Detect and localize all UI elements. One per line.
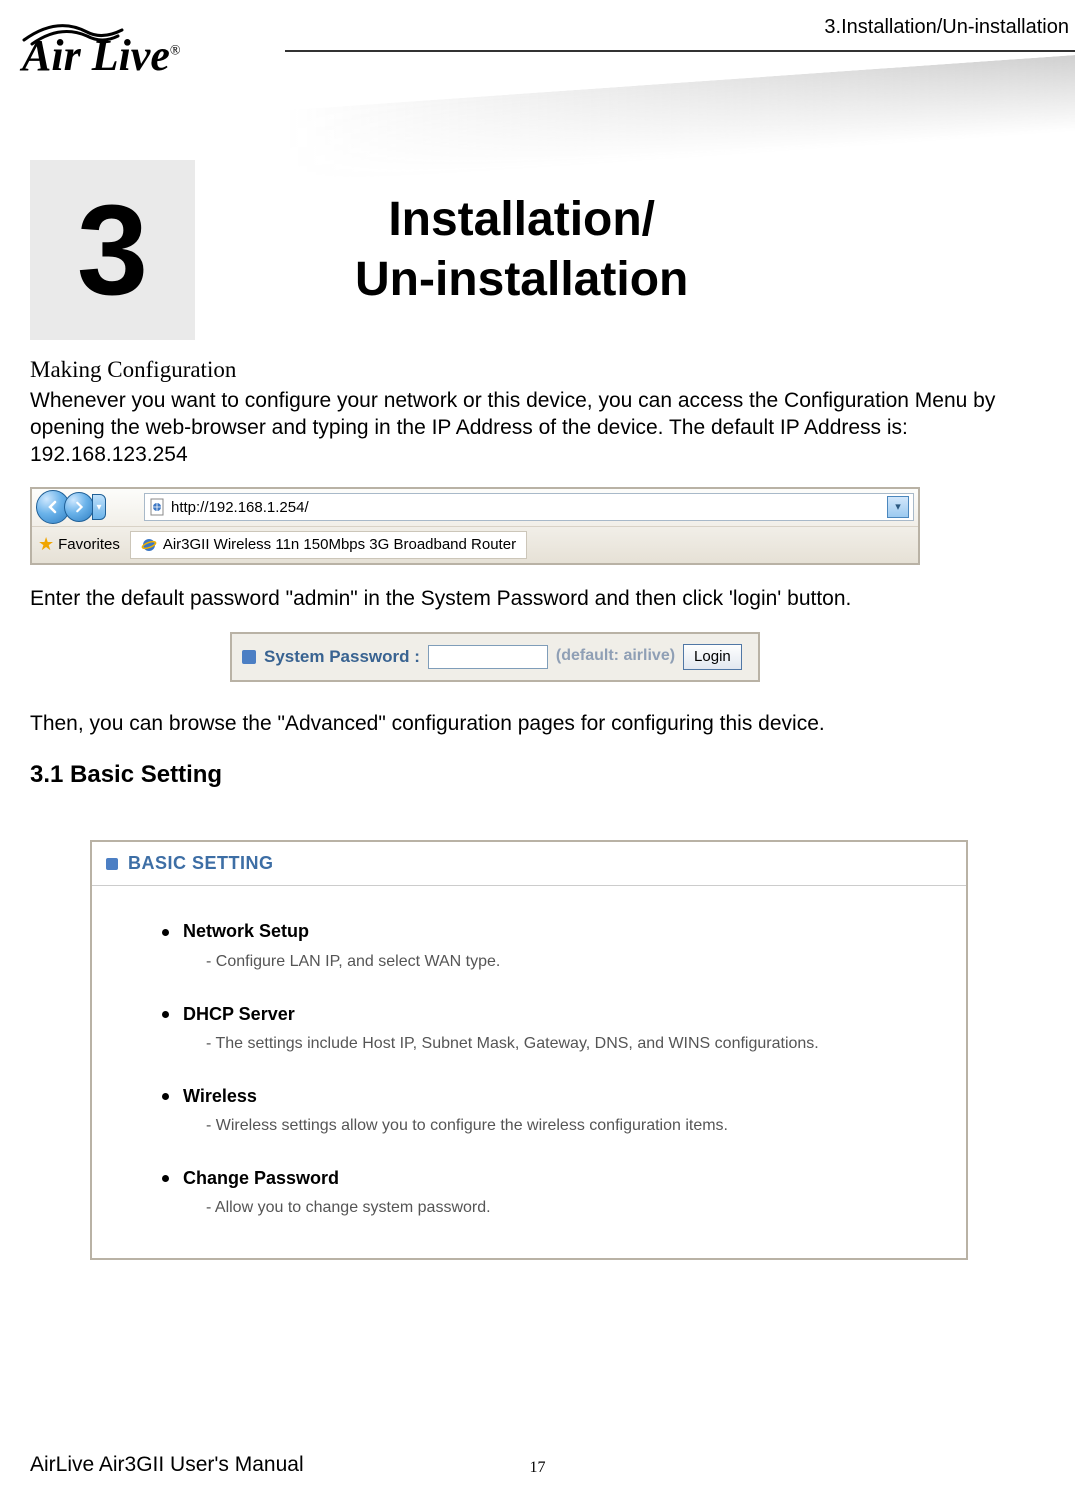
item-desc: - Configure LAN IP, and select WAN type. [206, 952, 926, 973]
logo-swoosh-icon [22, 10, 181, 32]
chapter-number: 3 [30, 160, 195, 340]
bullet-icon [162, 1093, 169, 1100]
chapter-title: Installation/ Un-installation [255, 190, 688, 310]
item-title: DHCP Server [183, 1003, 295, 1026]
chapter-title-line1: Installation/ [355, 190, 688, 250]
item-title: Network Setup [183, 920, 309, 943]
list-item: DHCP Server - The settings include Host … [162, 1003, 926, 1055]
item-title: Wireless [183, 1085, 257, 1108]
advanced-paragraph: Then, you can browse the "Advanced" conf… [30, 710, 1071, 737]
favorites-button: ★ Favorites [38, 533, 120, 556]
system-password-label: System Password : [264, 646, 420, 668]
forward-button-icon [64, 492, 94, 522]
item-title: Change Password [183, 1167, 339, 1190]
header-rule [285, 50, 1075, 52]
chapter-title-line2: Un-installation [355, 250, 688, 310]
login-button: Login [683, 644, 742, 670]
basic-setting-panel: BASIC SETTING Network Setup - Configure … [90, 840, 968, 1260]
login-screenshot: System Password : (default: airlive) Log… [230, 632, 760, 682]
item-desc: - The settings include Host IP, Subnet M… [206, 1034, 926, 1055]
browser-address-bar-screenshot: ▾ http://192.168.1.254/ ▾ ★ Favorites [30, 487, 920, 565]
breadcrumb: 3.Installation/Un-installation [824, 16, 1069, 39]
star-icon: ★ [38, 533, 54, 556]
url-text: http://192.168.1.254/ [171, 498, 883, 518]
intro-paragraph: Whenever you want to configure your netw… [30, 387, 1071, 469]
bullet-icon [162, 1011, 169, 1018]
airlive-logo: Air Live® [22, 10, 181, 78]
panel-bullet-icon [106, 858, 118, 870]
item-desc: - Wireless settings allow you to configu… [206, 1116, 926, 1137]
bullet-icon [162, 929, 169, 936]
page-number: 17 [530, 1459, 546, 1477]
item-desc: - Allow you to change system password. [206, 1198, 926, 1219]
password-paragraph: Enter the default password "admin" in th… [30, 585, 1071, 612]
url-dropdown-icon: ▾ [887, 496, 909, 518]
bullet-icon [162, 1175, 169, 1182]
default-password-hint: (default: airlive) [556, 646, 675, 667]
making-configuration-heading: Making Configuration [30, 355, 1071, 385]
logo-text: Air Live [22, 31, 170, 80]
registered-icon: ® [170, 43, 181, 58]
password-input [428, 645, 548, 669]
ie-logo-icon [141, 537, 157, 553]
favorites-label: Favorites [58, 535, 120, 555]
panel-title: BASIC SETTING [128, 852, 274, 875]
list-item: Change Password - Allow you to change sy… [162, 1167, 926, 1219]
square-bullet-icon [242, 650, 256, 664]
history-dropdown-icon: ▾ [92, 494, 106, 520]
list-item: Wireless - Wireless settings allow you t… [162, 1085, 926, 1137]
list-item: Network Setup - Configure LAN IP, and se… [162, 920, 926, 972]
ie-page-icon [149, 498, 167, 516]
footer-manual-title: AirLive Air3GII User's Manual [30, 1453, 304, 1477]
browser-tab: Air3GII Wireless 11n 150Mbps 3G Broadban… [130, 531, 527, 559]
basic-setting-heading: 3.1 Basic Setting [30, 759, 1071, 790]
browser-tab-title: Air3GII Wireless 11n 150Mbps 3G Broadban… [163, 535, 516, 555]
